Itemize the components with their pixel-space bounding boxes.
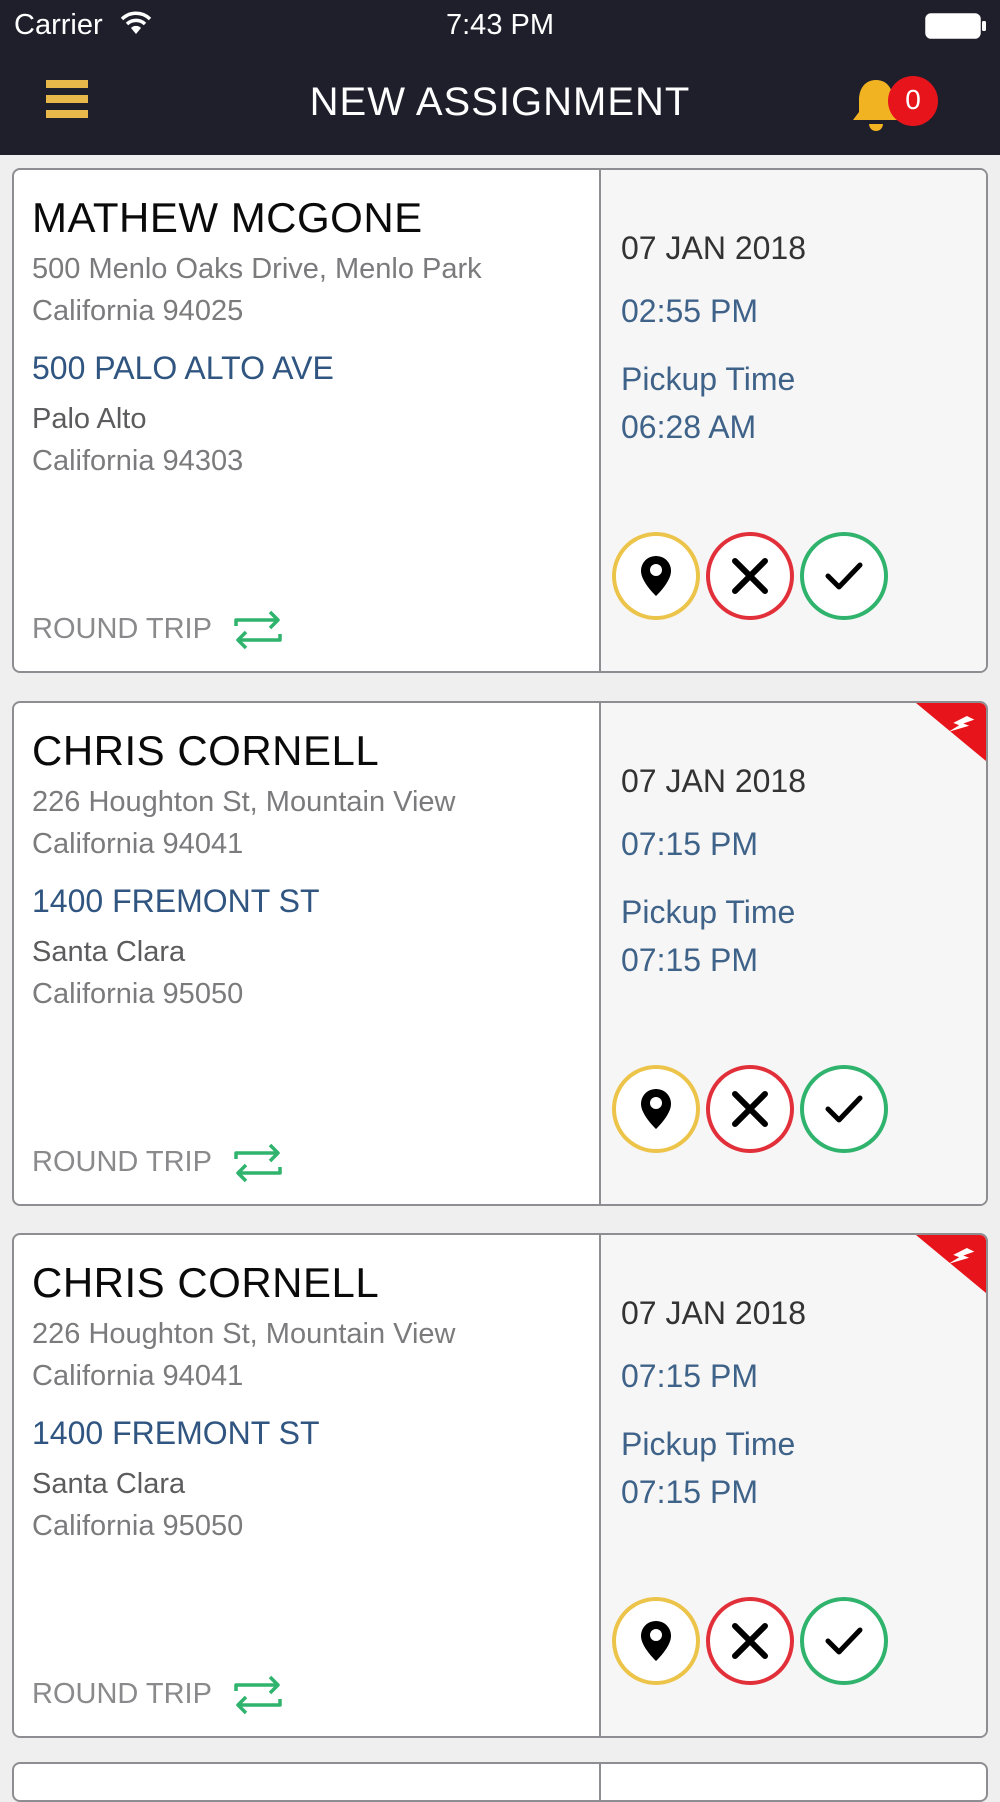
assignment-date: 07 JAN 2018 bbox=[621, 763, 807, 799]
assignment-date: 07 JAN 2018 bbox=[621, 1295, 807, 1331]
reject-button[interactable] bbox=[706, 1065, 794, 1153]
destination-address: Santa Clara California 95050 bbox=[32, 931, 243, 1015]
pickup-time-value: 06:28 AM bbox=[621, 409, 757, 445]
status-clock: 7:43 PM bbox=[446, 9, 554, 41]
card-details: MATHEW MCGONE 500 Menlo Oaks Drive, Menl… bbox=[14, 170, 599, 671]
destination-city: Santa Clara bbox=[32, 936, 186, 968]
pickup-time-label: Pickup Time bbox=[621, 1426, 796, 1462]
destination-city: Santa Clara bbox=[32, 1468, 186, 1500]
card-divider bbox=[599, 1764, 601, 1800]
trip-type-label: ROUND TRIP bbox=[32, 1678, 212, 1710]
card-schedule: 07 JAN 2018 07:15 PM Pickup Time 07:15 P… bbox=[599, 1235, 986, 1736]
accept-button[interactable] bbox=[800, 1597, 888, 1685]
assignment-time: 07:15 PM bbox=[621, 1358, 758, 1394]
check-icon bbox=[825, 1095, 863, 1123]
accept-button[interactable] bbox=[800, 532, 888, 620]
card-details: CHRIS CORNELL 226 Houghton St, Mountain … bbox=[14, 703, 599, 1204]
destination-state-zip: California 95050 bbox=[32, 1510, 244, 1542]
trip-type-label: ROUND TRIP bbox=[32, 1146, 212, 1178]
locate-button[interactable] bbox=[612, 1597, 700, 1685]
location-pin-icon bbox=[641, 1089, 671, 1129]
rider-address-line1: 500 Menlo Oaks Drive, Menlo Park bbox=[32, 253, 482, 285]
destination-address: Santa Clara California 95050 bbox=[32, 1463, 243, 1547]
destination-street: 1400 FREMONT ST bbox=[32, 883, 320, 919]
rider-address: 500 Menlo Oaks Drive, Menlo Park Califor… bbox=[32, 248, 482, 332]
location-pin-icon bbox=[641, 1621, 671, 1661]
close-icon bbox=[732, 558, 768, 594]
rider-address-line2: California 94041 bbox=[32, 828, 244, 860]
round-trip-icon bbox=[234, 1675, 282, 1715]
destination-city: Palo Alto bbox=[32, 403, 147, 435]
assignment-time: 02:55 PM bbox=[621, 293, 758, 329]
location-pin-icon bbox=[641, 556, 671, 596]
battery-icon bbox=[925, 13, 986, 39]
status-bar: Carrier 7:43 PM bbox=[0, 0, 1000, 50]
notifications-button[interactable]: 0 bbox=[850, 76, 938, 146]
destination-address: Palo Alto California 94303 bbox=[32, 398, 243, 482]
trip-type-label: ROUND TRIP bbox=[32, 613, 212, 645]
card-schedule: 07 JAN 2018 02:55 PM Pickup Time 06:28 A… bbox=[599, 170, 986, 671]
locate-button[interactable] bbox=[612, 1065, 700, 1153]
rider-name: MATHEW MCGONE bbox=[32, 194, 423, 241]
assignment-card-partial bbox=[12, 1762, 988, 1802]
round-trip-icon bbox=[234, 610, 282, 650]
reject-button[interactable] bbox=[706, 532, 794, 620]
close-icon bbox=[732, 1091, 768, 1127]
destination-state-zip: California 95050 bbox=[32, 978, 244, 1010]
card-schedule: 07 JAN 2018 07:15 PM Pickup Time 07:15 P… bbox=[599, 703, 986, 1204]
assignment-card[interactable]: CHRIS CORNELL 226 Houghton St, Mountain … bbox=[12, 701, 988, 1206]
assignment-card[interactable]: MATHEW MCGONE 500 Menlo Oaks Drive, Menl… bbox=[12, 168, 988, 673]
pickup-time-value: 07:15 PM bbox=[621, 1474, 758, 1510]
pickup-time-value: 07:15 PM bbox=[621, 942, 758, 978]
nav-bar: NEW ASSIGNMENT 0 bbox=[0, 50, 1000, 155]
pickup-time-label: Pickup Time bbox=[621, 894, 796, 930]
round-trip-icon bbox=[234, 1143, 282, 1183]
urgent-flag-icon bbox=[916, 1235, 986, 1293]
rider-address-line2: California 94025 bbox=[32, 295, 244, 327]
close-icon bbox=[732, 1623, 768, 1659]
rider-address-line1: 226 Houghton St, Mountain View bbox=[32, 786, 456, 818]
check-icon bbox=[825, 1627, 863, 1655]
rider-address-line1: 226 Houghton St, Mountain View bbox=[32, 1318, 456, 1350]
rider-name: CHRIS CORNELL bbox=[32, 1259, 380, 1306]
destination-street: 500 PALO ALTO AVE bbox=[32, 350, 334, 386]
pickup-time-label: Pickup Time bbox=[621, 361, 796, 397]
locate-button[interactable] bbox=[612, 532, 700, 620]
assignment-date: 07 JAN 2018 bbox=[621, 230, 807, 266]
accept-button[interactable] bbox=[800, 1065, 888, 1153]
destination-state-zip: California 94303 bbox=[32, 445, 244, 477]
urgent-flag-icon bbox=[916, 703, 986, 761]
notification-badge: 0 bbox=[888, 76, 938, 126]
rider-name: CHRIS CORNELL bbox=[32, 727, 380, 774]
assignment-card[interactable]: CHRIS CORNELL 226 Houghton St, Mountain … bbox=[12, 1233, 988, 1738]
destination-street: 1400 FREMONT ST bbox=[32, 1415, 320, 1451]
assignment-time: 07:15 PM bbox=[621, 826, 758, 862]
card-details: CHRIS CORNELL 226 Houghton St, Mountain … bbox=[14, 1235, 599, 1736]
rider-address-line2: California 94041 bbox=[32, 1360, 244, 1392]
rider-address: 226 Houghton St, Mountain View Californi… bbox=[32, 781, 455, 865]
reject-button[interactable] bbox=[706, 1597, 794, 1685]
check-icon bbox=[825, 562, 863, 590]
rider-address: 226 Houghton St, Mountain View Californi… bbox=[32, 1313, 455, 1397]
